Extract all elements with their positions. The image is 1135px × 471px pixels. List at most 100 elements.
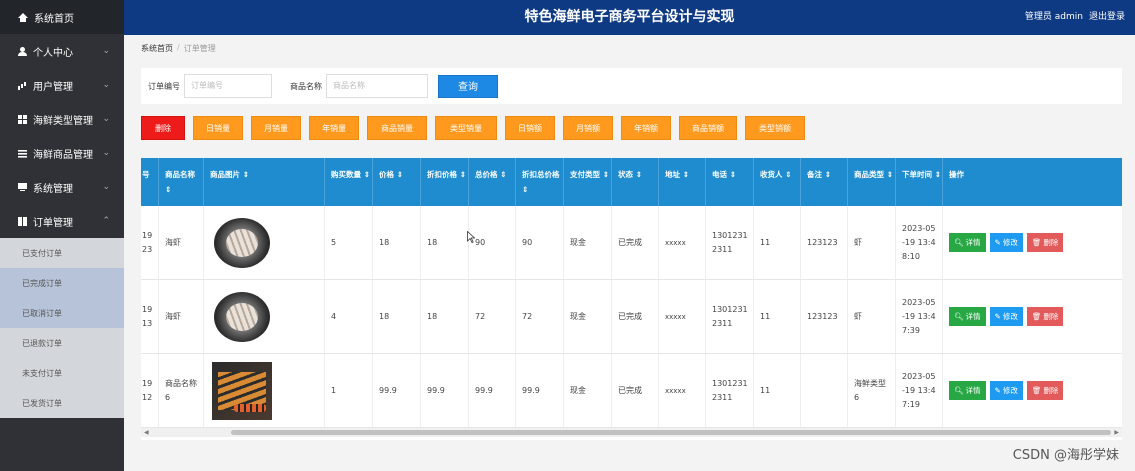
sidebar-item-label: 海鲜商品管理 [33,149,93,161]
delete-label: 删除 [1043,312,1059,321]
table-row[interactable]: 19 13 海虾 4 18 18 72 72 现金 已完成 xxxxx 1301… [141,280,1122,354]
type-sales-button[interactable]: 类型销量 [435,116,497,140]
sidebar-item-orders[interactable]: 订单管理 ⌃ [0,204,124,238]
submenu-item-completed[interactable]: 已完成订单 [0,268,124,298]
sidebar: 系统首页 个人中心 ⌄ 用户管理 ⌄ 海鲜类型管理 ⌄ 海鲜商品管理 ⌄ 系统管… [0,0,124,471]
cell-note: 123123 [801,280,848,353]
cell-address: xxxxx [659,206,706,279]
sidebar-item-home[interactable]: 系统首页 [0,0,124,34]
cell-order-time: 2023-05 -19 13:4 8:10 [896,206,943,279]
cell-actions: 🔍︎ 详情 ✎ 修改 🗑︎ 删除 [943,206,1122,279]
cell-payment-type: 现金 [564,280,612,353]
cell-product-name: 海虾 [159,206,204,279]
delete-row-button[interactable]: 🗑︎ 删除 [1026,307,1064,326]
order-number-input[interactable]: 订单编号 [184,74,272,98]
delete-row-button[interactable]: 🗑︎ 删除 [1026,233,1064,252]
edit-label: 修改 [1002,312,1018,321]
col-discount-price[interactable]: 折扣价格 ⇕ [421,158,469,206]
sidebar-item-users[interactable]: 用户管理 ⌄ [0,68,124,102]
edit-button[interactable]: ✎ 修改 [989,307,1023,326]
submenu-item-refunded[interactable]: 已退款订单 [0,328,124,358]
sidebar-item-seafood-products[interactable]: 海鲜商品管理 ⌄ [0,136,124,170]
product-name-input[interactable]: 商品名称 [326,74,428,98]
submenu-item-shipped[interactable]: 已发货订单 [0,388,124,418]
col-receiver[interactable]: 收货人 ⇕ [754,158,801,206]
chevron-down-icon: ⌄ [102,148,110,158]
delete-row-button[interactable]: 🗑︎ 删除 [1026,381,1064,400]
trash-icon: 🗑︎ [1031,386,1042,395]
cell-actions: 🔍︎ 详情 ✎ 修改 🗑︎ 删除 [943,280,1122,353]
col-phone[interactable]: 电话 ⇕ [706,158,754,206]
detail-button[interactable]: 🔍︎ 详情 [949,307,986,326]
col-discount-total[interactable]: 折扣总价格 ⇕ [516,158,564,206]
col-address[interactable]: 地址 ⇕ [659,158,706,206]
col-payment-type[interactable]: 支付类型 ⇕ [564,158,612,206]
col-order-time[interactable]: 下单时间 ⇕ [896,158,943,206]
scrollbar-thumb[interactable] [231,430,1111,435]
cell-quantity: 5 [325,206,373,279]
product-revenue-button[interactable]: 商品销额 [679,116,737,140]
cell-product-name: 商品名称 6 [159,354,204,427]
search-icon: 🔍︎ [954,238,964,247]
horizontal-scrollbar[interactable]: ◀ ▶ [141,428,1122,437]
product-sales-button[interactable]: 商品销量 [367,116,427,140]
daily-revenue-button[interactable]: 日销额 [505,116,555,140]
edit-icon: ✎ [994,386,1001,395]
submenu-item-paid[interactable]: 已支付订单 [0,238,124,268]
sidebar-item-profile[interactable]: 个人中心 ⌄ [0,34,124,68]
table-row[interactable]: 19 12 商品名称 6 1 99.9 99.9 99.9 99.9 现金 已完… [141,354,1122,428]
top-bar: 特色海鲜电子商务平台设计与实现 管理员 admin 退出登录 [124,0,1135,35]
scroll-left-icon[interactable]: ◀ [144,429,149,436]
query-button[interactable]: 查询 [438,74,498,98]
col-quantity[interactable]: 购买数量 ⇕ [325,158,373,206]
cell-product-name: 海虾 [159,280,204,353]
col-total-price[interactable]: 总价格 ⇕ [469,158,516,206]
col-note[interactable]: 备注 ⇕ [801,158,848,206]
edit-label: 修改 [1002,386,1018,395]
edit-button[interactable]: ✎ 修改 [989,233,1023,252]
col-product-image[interactable]: 商品图片 ⇕ [204,158,325,206]
sidebar-item-seafood-types[interactable]: 海鲜类型管理 ⌄ [0,102,124,136]
watermark: CSDN @海彤学妹 [1012,448,1119,463]
bar-chart-icon [18,81,27,90]
cell-receiver: 11 [754,206,801,279]
logout-link[interactable]: 退出登录 [1089,0,1125,35]
delete-button[interactable]: 删除 [141,116,185,140]
mouse-cursor-icon [467,231,475,243]
col-product-name[interactable]: 商品名称 ⇕ [159,158,204,206]
cell-phone: 1301231 2311 [706,206,754,279]
search-icon: 🔍︎ [954,386,964,395]
detail-button[interactable]: 🔍︎ 详情 [949,381,986,400]
daily-sales-button[interactable]: 日销量 [193,116,243,140]
sidebar-item-label: 系统首页 [34,13,74,25]
col-status[interactable]: 状态 ⇕ [612,158,659,206]
col-actions: 操作 [949,170,964,179]
admin-label: 管理员 admin [1024,12,1083,22]
cell-discount-total: 72 [516,280,564,353]
submenu-item-cancelled[interactable]: 已取消订单 [0,298,124,328]
col-id[interactable]: 号 [141,158,159,206]
monthly-revenue-button[interactable]: 月销额 [563,116,613,140]
cell-discount-price: 18 [421,280,469,353]
cell-receiver: 11 [754,280,801,353]
cell-discount-total: 90 [516,206,564,279]
type-revenue-button[interactable]: 类型销额 [745,116,805,140]
cell-status: 已完成 [612,206,659,279]
yearly-revenue-button[interactable]: 年销额 [621,116,671,140]
yearly-sales-button[interactable]: 年销量 [309,116,359,140]
cell-status: 已完成 [612,280,659,353]
cell-product-image [204,206,325,279]
detail-button[interactable]: 🔍︎ 详情 [949,233,986,252]
trash-icon: 🗑︎ [1031,238,1042,247]
orders-table: 号 商品名称 ⇕ 商品图片 ⇕ 购买数量 ⇕ 价格 ⇕ 折扣价格 ⇕ 总价格 ⇕… [141,158,1122,440]
col-price[interactable]: 价格 ⇕ [373,158,421,206]
sidebar-item-system[interactable]: 系统管理 ⌄ [0,170,124,204]
col-product-type[interactable]: 商品类型 ⇕ [848,158,896,206]
monthly-sales-button[interactable]: 月销量 [251,116,301,140]
edit-button[interactable]: ✎ 修改 [989,381,1023,400]
cell-product-image [204,354,325,427]
breadcrumb-home[interactable]: 系统首页 [141,43,173,54]
table-row[interactable]: 19 23 海虾 5 18 18 90 90 现金 已完成 xxxxx 1301… [141,206,1122,280]
scroll-right-icon[interactable]: ▶ [1114,429,1119,436]
submenu-item-unpaid[interactable]: 未支付订单 [0,358,124,388]
